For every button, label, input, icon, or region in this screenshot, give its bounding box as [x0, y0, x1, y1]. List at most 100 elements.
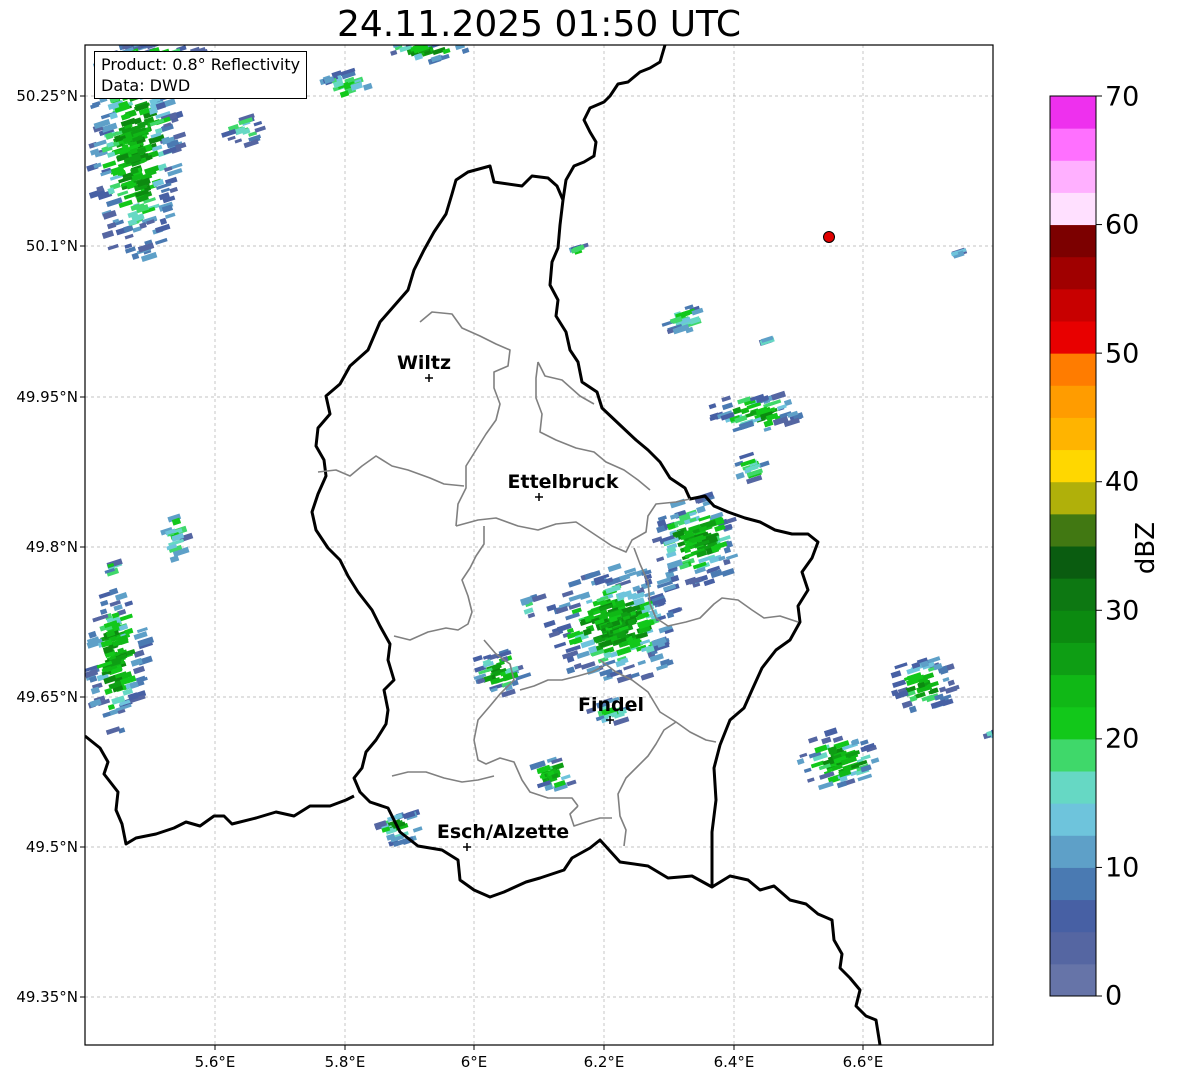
- echo-cell: [807, 777, 815, 783]
- colorbar-segment: [1050, 513, 1096, 547]
- echo-cell: [821, 736, 832, 745]
- lon-label: 5.8°E: [324, 1053, 366, 1071]
- echo-cell: [390, 49, 398, 56]
- colorbar-segment: [1050, 706, 1096, 740]
- colorbar-segment: [1050, 256, 1096, 290]
- echo-cell: [90, 686, 101, 695]
- echo-cell: [735, 472, 745, 480]
- echo-cell: [339, 90, 350, 98]
- place-label-wiltz: Wiltz: [397, 352, 451, 374]
- colorbar-segment: [1050, 738, 1096, 772]
- echo-cell: [106, 222, 117, 230]
- echo-cell: [164, 212, 176, 219]
- echo-cell: [568, 594, 582, 602]
- echo-cell: [740, 407, 750, 415]
- echo-cell: [696, 505, 706, 514]
- echo-cell: [553, 641, 567, 649]
- border-germany-belgium: [561, 45, 667, 201]
- echo-cell: [938, 686, 947, 693]
- echo-cell: [109, 587, 119, 596]
- echo-cell: [607, 563, 622, 573]
- echo-cell: [585, 599, 593, 604]
- echo-cell: [140, 251, 158, 263]
- colorbar-segment: [1050, 192, 1096, 226]
- echo-cell: [763, 426, 772, 432]
- lat-label: 49.95°N: [16, 388, 78, 406]
- echo-cell: [160, 187, 171, 194]
- echo-cell: [814, 744, 828, 754]
- axis-ticks: [80, 95, 864, 1050]
- echo-cell: [102, 160, 117, 169]
- colorbar: [1049, 95, 1102, 997]
- echo-cell: [253, 120, 263, 127]
- echo-cell: [758, 460, 770, 468]
- reflectivity-echoes: [85, 45, 993, 847]
- echo-cell: [561, 590, 574, 598]
- echo-cell: [99, 608, 108, 615]
- colorbar-segment: [1050, 803, 1096, 836]
- echo-cell: [115, 592, 128, 601]
- echo-cell: [566, 666, 576, 675]
- colorbar-segment: [1050, 481, 1096, 515]
- echo-cell: [362, 82, 373, 91]
- lat-label: 49.65°N: [16, 688, 78, 706]
- colorbar-segment: [1050, 288, 1096, 322]
- colorbar-tick-label: 40: [1105, 466, 1140, 498]
- echo-cell: [870, 757, 880, 764]
- echo-cell: [637, 659, 646, 666]
- lon-label: 5.6°E: [194, 1053, 236, 1071]
- echo-cell: [890, 670, 902, 679]
- echo-cell: [100, 599, 109, 607]
- echo-cell: [799, 752, 808, 759]
- colorbar-segment: [1050, 771, 1096, 804]
- echo-cell: [124, 600, 134, 607]
- colorbar-segment: [1050, 321, 1096, 354]
- colorbar-segment: [1050, 835, 1096, 868]
- echo-cell: [573, 662, 583, 670]
- colorbar-segment: [1050, 931, 1096, 965]
- echo-cell: [159, 217, 168, 226]
- colorbar-segment: [1050, 578, 1096, 611]
- echo-cell: [123, 224, 134, 233]
- echo-cell: [725, 553, 739, 561]
- echo-cell: [154, 237, 168, 245]
- colorbar-tick-label: 0: [1105, 980, 1123, 1012]
- echo-cell: [698, 514, 711, 522]
- lon-label: 6.6°E: [842, 1053, 884, 1071]
- echo-cell: [472, 655, 483, 663]
- echo-cell: [771, 390, 787, 401]
- echo-cell: [796, 758, 805, 765]
- product-legend: Product: 0.8° Reflectivity Data: DWD: [94, 51, 308, 99]
- colorbar-tick-label: 10: [1105, 852, 1140, 884]
- echo-cell: [560, 774, 571, 781]
- echo-cell: [105, 726, 121, 735]
- echo-cell: [616, 646, 632, 657]
- echo-cell: [92, 614, 105, 622]
- echo-cell: [173, 131, 187, 140]
- lat-label: 49.8°N: [25, 538, 78, 556]
- echo-cell: [461, 47, 470, 54]
- echo-cell: [947, 679, 955, 687]
- colorbar-segment: [1050, 610, 1096, 643]
- echo-cell: [808, 736, 819, 744]
- echo-cell: [640, 672, 655, 681]
- echo-cell: [721, 567, 735, 577]
- graticule: [85, 45, 993, 1045]
- echo-cell: [566, 779, 577, 787]
- colorbar-label: dBZ: [1131, 521, 1161, 575]
- echo-cell: [107, 703, 116, 711]
- colorbar-segment: [1050, 899, 1096, 933]
- echo-cell: [639, 639, 651, 646]
- colorbar-segment: [1050, 963, 1096, 997]
- echo-cell: [227, 135, 236, 142]
- radar-site-marker: [823, 231, 835, 243]
- echo-cell: [132, 665, 146, 675]
- lat-label: 49.35°N: [16, 988, 78, 1006]
- echo-cell: [721, 395, 732, 403]
- map-frame: [84, 44, 994, 1046]
- colorbar-tick-label: 50: [1105, 338, 1140, 370]
- border-france-belgium: [85, 734, 355, 846]
- echo-cell: [656, 556, 665, 563]
- echo-cell: [908, 705, 917, 714]
- colorbar-segment: [1050, 642, 1096, 676]
